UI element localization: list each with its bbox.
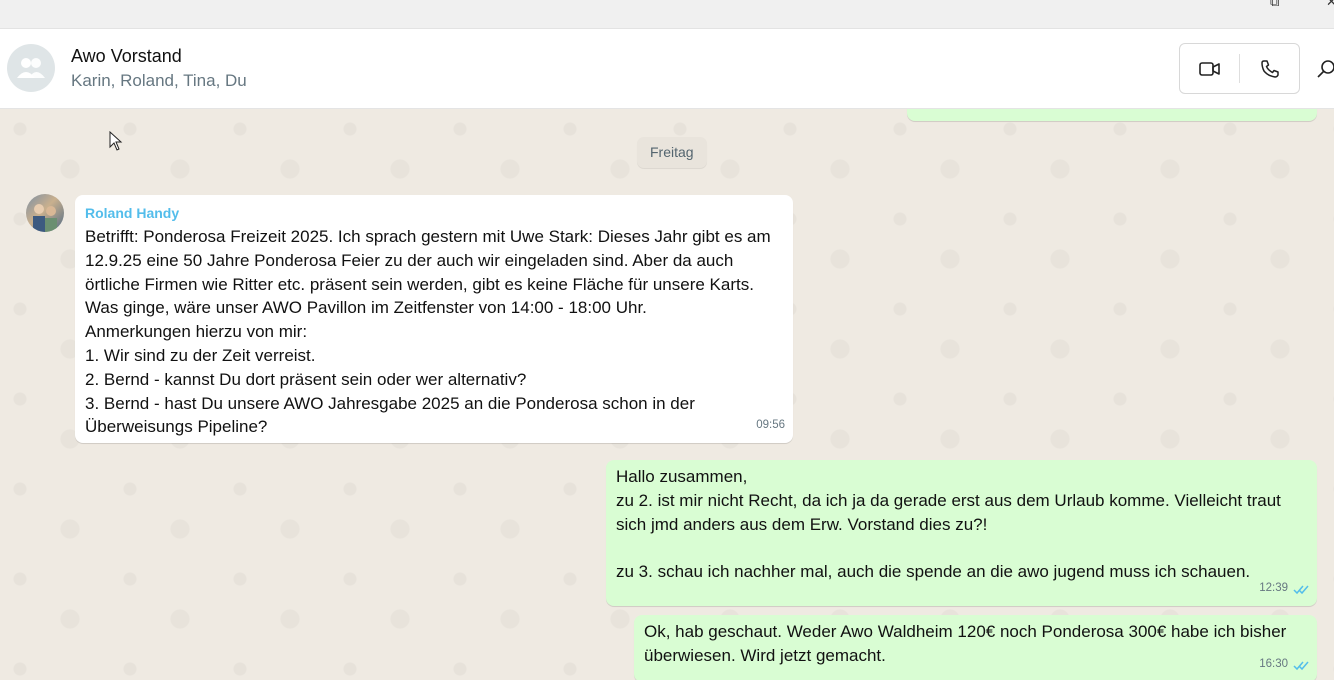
search-icon	[1317, 60, 1334, 78]
message-time: 09:56	[756, 419, 785, 432]
message-line: 3. Bernd - hast Du unsere AWO Jahresgabe…	[85, 393, 695, 413]
group-avatar-icon[interactable]	[7, 44, 55, 92]
sender-avatar[interactable]	[26, 194, 64, 232]
message-time: 12:39	[1259, 582, 1288, 595]
message-bubble-incoming[interactable]: Roland Handy Betrifft: Ponderosa Freizei…	[75, 195, 793, 443]
previous-message-bubble	[907, 109, 1317, 121]
double-check-icon	[1293, 661, 1309, 670]
message-line	[616, 536, 1281, 560]
message-bubble-outgoing[interactable]: Ok, hab geschaut. Weder Awo Waldheim 120…	[634, 615, 1317, 680]
video-call-button[interactable]	[1180, 44, 1239, 93]
message-line: Betrifft: Ponderosa Freizeit 2025. Ich s…	[85, 227, 771, 246]
message-line: Überweisungs Pipeline?	[85, 417, 268, 437]
video-camera-icon	[1198, 61, 1220, 76]
message-meta: 12:39	[1259, 577, 1309, 601]
message-bubble-outgoing[interactable]: Hallo zusammen, zu 2. ist mir nicht Rech…	[606, 460, 1317, 606]
mouse-cursor-icon	[109, 131, 123, 151]
message-line: sich jmd anders aus dem Erw. Vorstand di…	[616, 514, 988, 534]
phone-icon	[1260, 59, 1279, 78]
chat-members[interactable]: Karin, Roland, Tina, Du	[71, 71, 247, 91]
message-line: 2. Bernd - kannst Du dort präsent sein o…	[85, 369, 527, 389]
message-line: 1. Wir sind zu der Zeit verreist.	[85, 345, 316, 365]
chat-header[interactable]: Awo Vorstand Karin, Roland, Tina, Du	[0, 29, 1334, 109]
message-line: 12.9.25 eine 50 Jahre Ponderosa Feier zu…	[85, 250, 734, 270]
message-time: 16:30	[1259, 658, 1288, 671]
restore-icon[interactable]: ⧉	[1270, 0, 1279, 10]
message-line: überwiesen. Wird jetzt gemacht.	[644, 645, 886, 665]
window-titlebar: ⧉ ✕	[0, 0, 1334, 29]
message-line: Ok, hab geschaut. Weder Awo Waldheim 120…	[644, 622, 1287, 641]
close-window-icon[interactable]: ✕	[1326, 0, 1334, 10]
message-line: Was ginge, wäre unser AWO Pavillon im Ze…	[85, 298, 647, 318]
call-buttons-group	[1179, 43, 1300, 94]
message-list[interactable]: Freitag Roland Handy Betrifft: Ponderosa…	[0, 109, 1334, 680]
voice-call-button[interactable]	[1240, 44, 1299, 93]
search-button[interactable]	[1314, 55, 1334, 85]
message-line: zu 2. ist mir nicht Recht, da ich ja da …	[616, 490, 1281, 510]
double-check-icon	[1293, 585, 1309, 594]
chat-title[interactable]: Awo Vorstand	[71, 46, 182, 67]
message-line: zu 3. schau ich nachher mal, auch die sp…	[616, 562, 1251, 582]
message-meta: 09:56	[756, 414, 785, 438]
date-divider: Freitag	[637, 137, 707, 168]
message-meta: 16:30	[1259, 653, 1309, 677]
message-line: örtliche Firmen wie Ritter etc. präsent …	[85, 274, 754, 294]
message-line: Anmerkungen hierzu von mir:	[85, 322, 308, 342]
message-line: Hallo zusammen,	[616, 467, 748, 486]
sender-name[interactable]: Roland Handy	[85, 204, 771, 222]
